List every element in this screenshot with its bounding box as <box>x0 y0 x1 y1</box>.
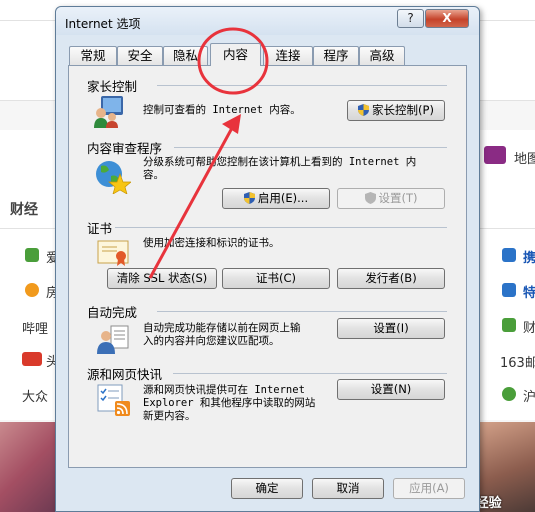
parental-controls-button[interactable]: 家长控制(P) <box>347 100 445 121</box>
autocomplete-user-icon <box>97 325 129 354</box>
autocomplete-settings-button[interactable]: 设置(I) <box>337 318 445 339</box>
window-title: Internet 选项 <box>65 17 141 31</box>
title-bar[interactable]: Internet 选项 ? X <box>56 7 479 35</box>
parental-controls-title: 家长控制 <box>87 79 138 94</box>
group-divider <box>115 227 447 228</box>
close-button[interactable]: X <box>425 9 469 28</box>
certificate-icon <box>97 240 129 266</box>
uac-shield-icon <box>364 192 376 204</box>
certificates-title: 证书 <box>87 221 113 236</box>
cancel-button[interactable]: 取消 <box>312 478 384 499</box>
site-icon <box>502 248 516 262</box>
content-advisor-title: 内容审查程序 <box>87 141 163 156</box>
enable-advisor-label: 启用(E)... <box>257 191 309 205</box>
site-link[interactable]: 大众 <box>22 386 48 405</box>
autocomplete-title: 自动完成 <box>87 305 138 320</box>
site-icon <box>502 318 516 332</box>
certificates-button[interactable]: 证书(C) <box>222 268 330 289</box>
site-icon <box>25 283 39 297</box>
group-divider <box>157 85 447 86</box>
internet-options-dialog: Internet 选项 ? X 常规 安全 隐私 内容 连接 程序 高级 家长控… <box>55 6 480 512</box>
tab-general[interactable]: 常规 <box>69 46 117 66</box>
clear-ssl-button[interactable]: 清除 SSL 状态(S) <box>107 268 217 289</box>
content-advisor-description-line2: 容。 <box>143 169 164 181</box>
family-users-icon <box>94 96 123 128</box>
site-link[interactable]: 特 <box>523 282 535 301</box>
apply-button[interactable]: 应用(A) <box>393 478 465 499</box>
site-link[interactable]: 财 <box>523 317 535 336</box>
site-link[interactable]: 哔哩 <box>22 318 48 337</box>
site-icon <box>25 248 39 262</box>
help-button[interactable]: ? <box>397 9 424 28</box>
group-divider <box>173 373 447 374</box>
site-link[interactable]: 沪 <box>523 386 535 405</box>
site-icon <box>502 283 516 297</box>
content-advisor-description-line1: 分级系统可帮助您控制在该计算机上看到的 Internet 内 <box>143 156 417 168</box>
tab-content[interactable]: 内容 <box>210 43 261 66</box>
autocomplete-description-line1: 自动完成功能存储以前在网页上输 <box>143 322 301 334</box>
globe-star-icon <box>96 161 131 194</box>
site-link[interactable]: 携 <box>523 247 535 266</box>
site-icon <box>22 352 42 366</box>
ok-button[interactable]: 确定 <box>231 478 303 499</box>
feeds-description-line2: Explorer 和其他程序中读取的网站 <box>143 397 316 409</box>
tab-connections[interactable]: 连接 <box>263 46 313 66</box>
advisor-settings-button[interactable]: 设置(T) <box>337 188 445 209</box>
advisor-settings-label: 设置(T) <box>378 191 418 205</box>
feeds-description-line1: 源和网页快讯提供可在 Internet <box>143 384 305 396</box>
enable-advisor-button[interactable]: 启用(E)... <box>222 188 330 209</box>
map-link[interactable]: 地图 <box>514 148 535 167</box>
photo-thumbnail <box>0 422 56 512</box>
tab-advanced[interactable]: 高级 <box>359 46 405 66</box>
parental-controls-label: 家长控制(P) <box>372 103 434 117</box>
feeds-settings-button[interactable]: 设置(N) <box>337 379 445 400</box>
autocomplete-description-line2: 入的内容并向您建议匹配项。 <box>143 335 280 347</box>
uac-shield-icon <box>243 192 255 204</box>
site-link[interactable]: 163邮 <box>500 352 535 371</box>
section-title: 财经 <box>10 202 38 218</box>
feeds-icon <box>97 384 130 416</box>
feeds-title: 源和网页快讯 <box>87 367 163 382</box>
map-icon <box>484 146 506 164</box>
uac-shield-icon <box>358 104 370 116</box>
parental-controls-description: 控制可查看的 Internet 内容。 <box>143 104 301 116</box>
group-divider <box>174 147 447 148</box>
tab-security[interactable]: 安全 <box>117 46 163 66</box>
publishers-button[interactable]: 发行者(B) <box>337 268 445 289</box>
certificates-description: 使用加密连接和标识的证书。 <box>143 237 280 249</box>
tab-programs[interactable]: 程序 <box>313 46 359 66</box>
group-divider <box>157 311 447 312</box>
tab-privacy[interactable]: 隐私 <box>163 46 208 66</box>
site-icon <box>502 387 516 401</box>
feeds-description-line3: 新更内容。 <box>143 410 196 422</box>
content-tab-panel: 家长控制 控制可查看的 Internet 内容。 家长控制(P) 内容审查程序 <box>68 65 467 468</box>
